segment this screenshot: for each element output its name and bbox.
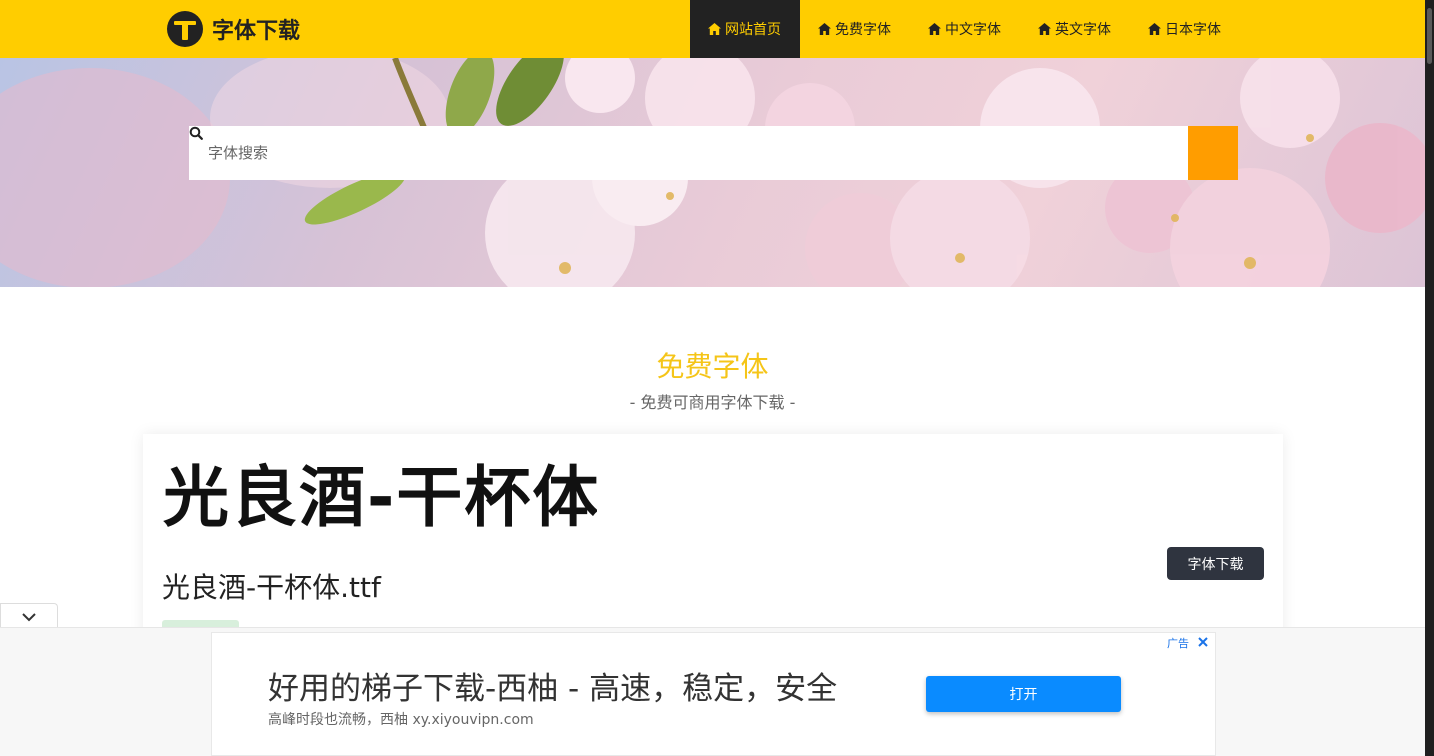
- nav-item-label: 免费字体: [835, 22, 891, 38]
- font-preview-image: 光良酒-干杯体: [163, 459, 597, 536]
- header: 字体下载 网站首页 免费字体 中文字体 英文字体 日本字体: [0, 0, 1425, 58]
- main-nav: 网站首页 免费字体 中文字体 英文字体 日本字体: [690, 0, 1240, 58]
- ad-open-button[interactable]: 打开: [926, 676, 1121, 712]
- search-bar: [189, 126, 1238, 180]
- site-name: 字体下载: [212, 19, 301, 44]
- search-button[interactable]: [189, 126, 1238, 180]
- font-download-button[interactable]: 字体下载: [1167, 547, 1264, 580]
- home-icon: [1148, 23, 1161, 35]
- nav-item-label: 网站首页: [725, 22, 781, 38]
- nav-item-english-fonts[interactable]: 英文字体: [1020, 0, 1130, 58]
- font-name[interactable]: 光良酒-干杯体.ttf: [162, 566, 381, 606]
- nav-item-label: 日本字体: [1165, 22, 1221, 38]
- page: 字体下载 网站首页 免费字体 中文字体 英文字体 日本字体 字体搜索 免费字体 …: [0, 0, 1425, 756]
- hero-banner: [0, 58, 1425, 287]
- home-icon: [818, 23, 831, 35]
- ad-label: 广告: [1167, 637, 1189, 650]
- home-icon: [708, 23, 721, 35]
- home-icon: [1038, 23, 1051, 35]
- nav-item-japanese-fonts[interactable]: 日本字体: [1130, 0, 1240, 58]
- section-subtitle: - 免费可商用字体下载 -: [629, 393, 796, 412]
- chevron-down-icon: [22, 612, 36, 621]
- close-icon[interactable]: [1195, 634, 1211, 650]
- ad-url[interactable]: 高峰时段也流畅，西柚 xy.xiyouvipn.com: [268, 709, 534, 729]
- nav-item-free-fonts[interactable]: 免费字体: [800, 0, 910, 58]
- site-logo[interactable]: 字体下载: [166, 9, 300, 49]
- nav-item-label: 英文字体: [1055, 22, 1111, 38]
- search-input[interactable]: [189, 126, 1188, 180]
- ad-headline[interactable]: 好用的梯子下载-西柚 - 高速，稳定，安全: [268, 663, 837, 708]
- section-title: 免费字体: [656, 350, 769, 383]
- nav-item-home[interactable]: 网站首页: [690, 0, 800, 58]
- ad-banner[interactable]: 广告 好用的梯子下载-西柚 - 高速，稳定，安全 高峰时段也流畅，西柚 xy.x…: [211, 632, 1216, 756]
- nav-item-chinese-fonts[interactable]: 中文字体: [910, 0, 1020, 58]
- nav-item-label: 中文字体: [945, 22, 1001, 38]
- scrollbar[interactable]: [1425, 0, 1434, 756]
- t-logo-icon: [167, 11, 203, 47]
- search-icon: [189, 126, 203, 140]
- ad-collapse-tab[interactable]: [0, 603, 58, 629]
- scrollbar-thumb[interactable]: [1427, 8, 1432, 64]
- font-card: 光良酒-干杯体 光良酒-干杯体.ttf 字体下载: [143, 434, 1283, 644]
- home-icon: [928, 23, 941, 35]
